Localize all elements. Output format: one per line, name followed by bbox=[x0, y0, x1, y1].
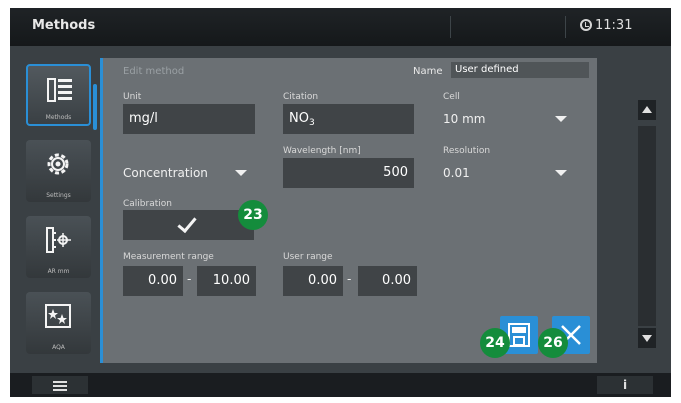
cell-dropdown-value[interactable]: 10 mm bbox=[443, 112, 485, 126]
resolution-label: Resolution bbox=[443, 146, 491, 156]
chevron-down-icon[interactable] bbox=[555, 116, 567, 122]
sidebar-item-aqa[interactable]: AQA bbox=[26, 292, 91, 354]
name-label: Name bbox=[413, 66, 443, 77]
sidebar-item-label: Methods bbox=[45, 114, 72, 121]
save-icon bbox=[508, 323, 530, 347]
callout-badge: 23 bbox=[238, 200, 268, 230]
sidebar-item-settings[interactable]: Settings bbox=[26, 140, 91, 202]
list-icon bbox=[47, 78, 72, 102]
measurement-range-min[interactable]: 0.00 bbox=[123, 266, 183, 296]
sidebar-item-label: AQA bbox=[52, 344, 65, 351]
clock-icon bbox=[580, 19, 592, 31]
citation-field[interactable]: NO3 bbox=[283, 104, 414, 134]
user-range-min[interactable]: 0.00 bbox=[283, 266, 343, 296]
active-indicator bbox=[93, 84, 97, 130]
title-divider bbox=[565, 16, 566, 38]
panel-header: Edit method bbox=[123, 66, 185, 77]
menu-icon bbox=[53, 381, 67, 383]
checkmark-icon bbox=[177, 212, 197, 234]
scroll-up-button[interactable] bbox=[638, 100, 656, 120]
measurement-range-max[interactable]: 10.00 bbox=[197, 266, 256, 296]
clock-time: 11:31 bbox=[595, 18, 633, 33]
menu-icon bbox=[53, 385, 67, 387]
citation-label: Citation bbox=[283, 92, 319, 102]
sidebar: Methods Settings AR mm AQA bbox=[10, 46, 100, 373]
arrow-up-icon bbox=[642, 106, 652, 113]
calibration-label: Calibration bbox=[123, 199, 172, 209]
calibration-checkbox[interactable] bbox=[123, 210, 254, 240]
sidebar-item-armm[interactable]: AR mm bbox=[26, 216, 91, 278]
menu-icon bbox=[53, 389, 67, 391]
title-bar: Methods 11:31 bbox=[10, 8, 671, 46]
wavelength-field[interactable]: 500 bbox=[283, 158, 414, 188]
callout-badge: 26 bbox=[538, 328, 568, 358]
unit-label: Unit bbox=[123, 92, 142, 102]
measurement-range-label: Measurement range bbox=[123, 252, 214, 262]
user-range-max[interactable]: 0.00 bbox=[358, 266, 417, 296]
unit-field[interactable]: mg/l bbox=[123, 104, 255, 134]
method-edit-panel: Edit method Name User defined Unit mg/l … bbox=[100, 58, 597, 363]
user-range-label: User range bbox=[283, 252, 333, 262]
bottom-bar: i bbox=[10, 373, 671, 397]
arrow-down-icon bbox=[642, 335, 652, 342]
cell-label: Cell bbox=[443, 92, 460, 102]
chevron-down-icon[interactable] bbox=[235, 170, 247, 176]
scroll-down-button[interactable] bbox=[638, 328, 656, 348]
wavelength-label: Wavelength [nm] bbox=[283, 146, 361, 156]
chevron-down-icon[interactable] bbox=[555, 170, 567, 176]
page-title: Methods bbox=[32, 18, 96, 33]
info-button[interactable]: i bbox=[597, 376, 653, 394]
name-field[interactable]: User defined bbox=[451, 62, 589, 78]
scrollbar-track[interactable] bbox=[638, 126, 656, 326]
gear-icon bbox=[47, 153, 69, 175]
range-separator: - bbox=[347, 272, 352, 286]
citation-subscript: 3 bbox=[308, 118, 315, 128]
sidebar-item-label: AR mm bbox=[47, 268, 70, 275]
callout-badge: 24 bbox=[480, 328, 510, 358]
title-divider bbox=[450, 16, 451, 38]
sidebar-item-methods[interactable]: Methods bbox=[26, 64, 91, 126]
citation-value: NO bbox=[289, 111, 309, 126]
ruler-target-icon bbox=[46, 227, 71, 253]
stars-icon bbox=[45, 304, 71, 328]
menu-button[interactable] bbox=[32, 376, 88, 394]
device-screen: Methods 11:31 Methods Settings AR mm AQA… bbox=[10, 8, 671, 397]
range-separator: - bbox=[187, 272, 192, 286]
resolution-dropdown-value[interactable]: 0.01 bbox=[443, 166, 470, 180]
sidebar-item-label: Settings bbox=[46, 192, 71, 199]
mode-dropdown-value[interactable]: Concentration bbox=[123, 166, 208, 180]
